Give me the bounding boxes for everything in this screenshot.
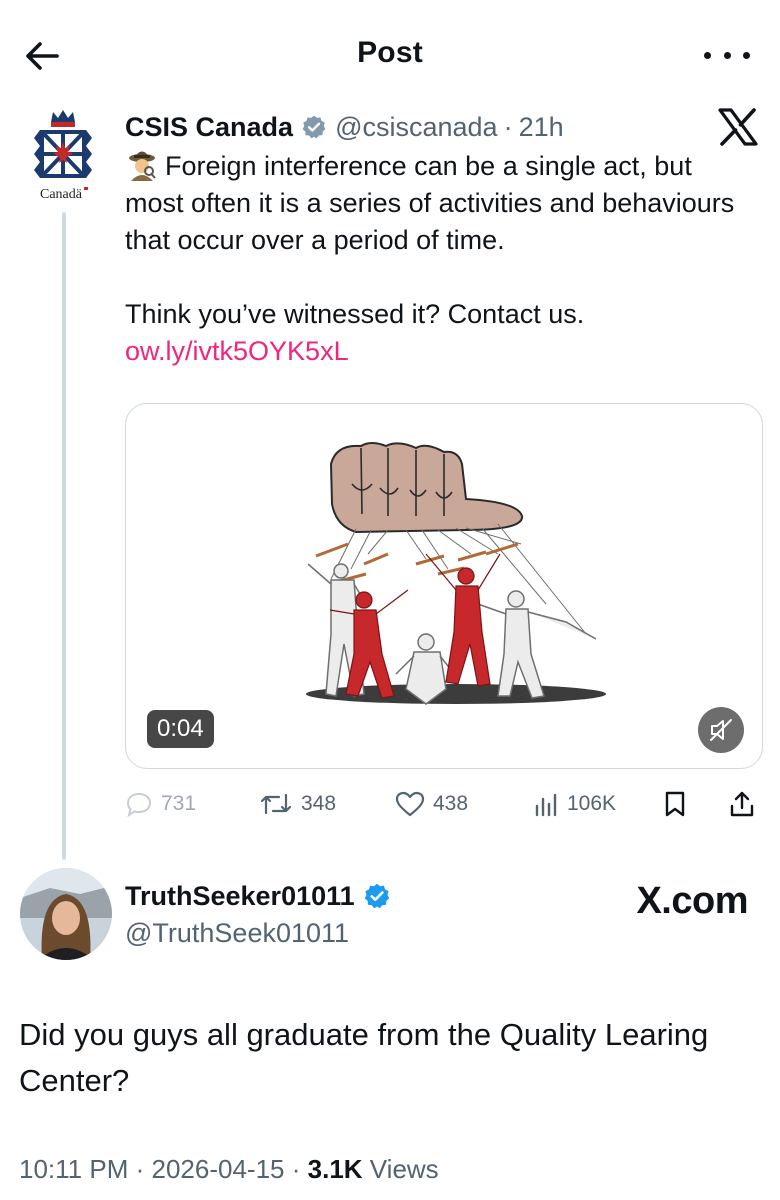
author-name[interactable]: CSIS Canada [125,112,293,143]
more-horizontal-icon [704,51,711,59]
top-bar: Post [0,0,780,110]
post-time[interactable]: 21h [519,112,564,143]
author-handle[interactable]: @TruthSeek01011 [125,918,349,949]
dot-separator: · [503,111,513,142]
author-handle[interactable]: @csiscanada [335,112,498,143]
reply-post-header: TruthSeeker01011 [125,878,391,914]
views-button[interactable]: 106K [533,784,616,824]
repost-button[interactable]: 348 [259,784,336,824]
svg-text:Canadä: Canadä [40,187,83,202]
parent-post-header: CSIS Canada @csiscanada · 21h [125,108,564,146]
post-metadata: 10:11 PM · 2026-04-15 · 3.1K Views [19,1154,439,1185]
heart-icon [395,791,425,817]
reply-button[interactable]: 731 [125,784,196,824]
video-card[interactable]: 0:04 [125,403,763,769]
page-title: Post [357,36,423,69]
user-photo [20,868,112,960]
detective-emoji-icon [129,151,156,181]
more-options-button[interactable] [704,40,750,70]
views-count: 106K [567,792,617,815]
puppet-illustration [306,442,606,705]
dot-separator: · [291,1154,301,1184]
video-duration: 0:04 [147,710,214,748]
post-text-body: Foreign interference can be a single act… [125,151,735,255]
views-count[interactable]: 3.1K [308,1154,363,1184]
post-time[interactable]: 10:11 PM [19,1154,128,1184]
parent-post-text: Foreign interference can be a single act… [125,148,755,370]
x-logo-icon [718,108,758,146]
author-name[interactable]: TruthSeeker01011 [125,881,355,912]
repost-count: 348 [301,792,337,815]
comment-icon [126,792,152,817]
user-avatar[interactable] [20,868,112,960]
parent-post-actions: 731 348 438 106K [125,784,765,824]
verified-badge-gray-icon [302,115,326,139]
repost-icon [260,793,292,815]
like-button[interactable]: 438 [395,784,468,824]
analytics-icon [535,793,557,817]
muted-speaker-icon [710,719,732,741]
share-icon [730,791,754,817]
verified-badge-icon [364,883,389,909]
like-count: 438 [433,792,469,815]
x-com-watermark: X.com [636,880,748,922]
dot-separator: · [135,1154,145,1184]
csis-crest-icon: Canadä [34,110,92,202]
bookmark-icon [665,791,685,817]
mute-button[interactable] [698,707,744,753]
reply-count: 731 [161,792,197,815]
thread-line [62,212,66,860]
views-label: Views [369,1154,439,1184]
bookmark-button[interactable] [663,784,695,824]
share-button[interactable] [729,784,763,824]
post-link[interactable]: ow.ly/ivtk5OYK5xL [125,333,755,370]
post-date[interactable]: 2026-04-15 [152,1154,285,1184]
csis-avatar[interactable]: Canadä [22,108,104,208]
post-text-cta: Think you’ve witnessed it? Contact us. [125,299,585,329]
reply-post-text: Did you guys all graduate from the Quali… [19,1017,709,1098]
